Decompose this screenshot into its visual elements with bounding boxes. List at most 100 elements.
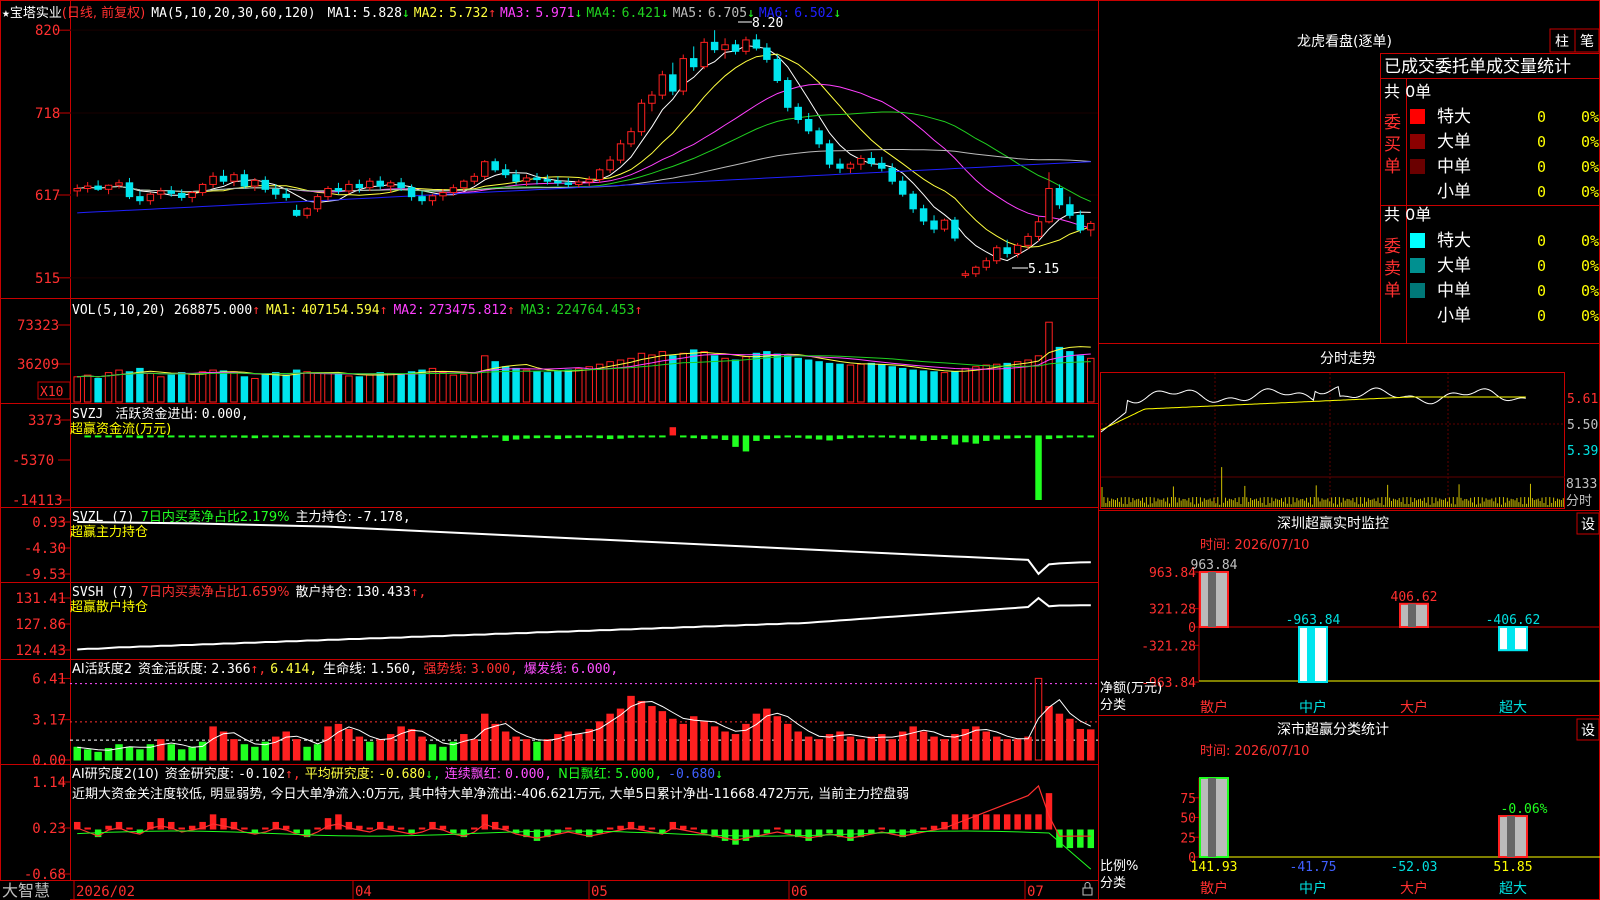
candle-body[interactable]: [376, 180, 384, 187]
candle-body[interactable]: [794, 106, 802, 120]
candle-body[interactable]: [104, 184, 113, 190]
candle-body[interactable]: [125, 182, 134, 198]
candle-body[interactable]: [428, 195, 437, 202]
candle-body[interactable]: [909, 193, 917, 210]
candle-body[interactable]: [982, 260, 991, 268]
candle-body[interactable]: [460, 180, 468, 189]
candle-body[interactable]: [679, 58, 688, 92]
candle-body[interactable]: [637, 102, 646, 133]
candle-body[interactable]: [491, 161, 499, 171]
candle-body[interactable]: [784, 80, 792, 108]
candle-body[interactable]: [1013, 244, 1022, 254]
candle-body[interactable]: [73, 188, 81, 192]
candle-body[interactable]: [616, 143, 625, 161]
candle-body[interactable]: [700, 41, 708, 68]
candle-body[interactable]: [512, 174, 520, 182]
candle-body[interactable]: [136, 196, 144, 202]
candle-body[interactable]: [292, 209, 301, 216]
candle-body[interactable]: [501, 169, 510, 176]
candle-body[interactable]: [115, 182, 123, 186]
candle-body[interactable]: [470, 175, 479, 182]
candle-body[interactable]: [763, 47, 771, 60]
candle-body[interactable]: [167, 190, 176, 194]
candle-body[interactable]: [836, 163, 844, 169]
candle-body[interactable]: [177, 192, 186, 198]
candle-body[interactable]: [1087, 222, 1095, 231]
candle-body[interactable]: [898, 180, 907, 195]
candle-body[interactable]: [83, 185, 92, 190]
candle-body[interactable]: [240, 174, 249, 187]
candle-body[interactable]: [992, 247, 1001, 262]
candle-body[interactable]: [564, 182, 573, 185]
candle-body[interactable]: [94, 185, 102, 190]
candle-body[interactable]: [689, 58, 698, 68]
candle-body[interactable]: [439, 192, 447, 197]
candle-body[interactable]: [825, 143, 834, 165]
retail-panel[interactable]: 131.41 127.86 124.43 SVSH (7) 7日内买卖净占比1.659…: [15, 584, 1091, 659]
main-force-panel[interactable]: 0.93 -4.30 -9.53 SVZL (7) 7日内买卖净占比2.179% 主力持…: [24, 509, 1091, 583]
realtime-monitor-panel[interactable]: 深圳超赢实时监控 设 时间: 2026/07/10 963.84 321.28 0 -…: [1100, 512, 1600, 716]
candle-body[interactable]: [710, 41, 719, 51]
candle-body[interactable]: [961, 273, 970, 276]
candle-body[interactable]: [345, 183, 353, 192]
candle-body[interactable]: [418, 196, 426, 202]
candle-body[interactable]: [355, 183, 364, 189]
stock-name[interactable]: 宝塔实业: [10, 6, 62, 21]
candle-body[interactable]: [554, 180, 562, 184]
candle-body[interactable]: [951, 219, 959, 239]
candle-body[interactable]: [804, 118, 813, 132]
candle-body[interactable]: [324, 188, 332, 198]
candle-body[interactable]: [334, 188, 343, 192]
candle-body[interactable]: [282, 193, 290, 198]
candle-body[interactable]: [669, 74, 677, 92]
candle-body[interactable]: [386, 182, 395, 187]
candle-body[interactable]: [533, 177, 541, 181]
ai-research-panel[interactable]: 1.140.23-0.68 AI研究度2(10) 资金研究度: -0.102↑, 平均…: [24, 766, 1095, 883]
candle-body[interactable]: [606, 159, 614, 171]
classify-settings-button[interactable]: 设: [1576, 718, 1600, 741]
candle-body[interactable]: [575, 181, 583, 185]
kline-period[interactable]: (日线, 前复权): [62, 5, 145, 21]
candle-body[interactable]: [930, 220, 938, 230]
candle-body[interactable]: [940, 219, 949, 230]
candle-body[interactable]: [888, 167, 896, 182]
candle-body[interactable]: [658, 74, 667, 96]
candle-body[interactable]: [313, 196, 322, 210]
candle-body[interactable]: [752, 39, 761, 49]
candle-body[interactable]: [585, 179, 593, 183]
candle-body[interactable]: [1066, 204, 1074, 216]
candle-body[interactable]: [157, 190, 165, 195]
monitor-settings-button[interactable]: 设: [1576, 512, 1600, 535]
candle-body[interactable]: [742, 39, 750, 52]
candle-body[interactable]: [188, 192, 196, 198]
candle-body[interactable]: [815, 130, 823, 145]
candle-body[interactable]: [867, 157, 876, 164]
candle-body[interactable]: [543, 179, 552, 182]
candle-body[interactable]: [366, 180, 374, 189]
classify-stats-panel[interactable]: 深市超赢分类统计 设 时间: 2026/07/10 7550250141.93散…: [1100, 718, 1600, 897]
candle-body[interactable]: [648, 94, 656, 104]
candle-body[interactable]: [251, 179, 259, 187]
candle-body[interactable]: [1055, 188, 1064, 206]
kline-candles[interactable]: [73, 30, 1095, 278]
candle-body[interactable]: [1076, 214, 1085, 231]
candle-body[interactable]: [407, 187, 416, 198]
ai-activity-panel[interactable]: 6.41 3.17 0.00 AI活跃度2 资金活跃度: 2.366↑, 6.414, 生命…: [32, 661, 1098, 769]
candle-body[interactable]: [857, 157, 865, 165]
candle-body[interactable]: [1034, 221, 1043, 237]
candle-body[interactable]: [146, 193, 155, 202]
candle-body[interactable]: [480, 161, 489, 177]
candle-body[interactable]: [773, 58, 782, 82]
candle-body[interactable]: [721, 44, 729, 51]
candle-body[interactable]: [303, 208, 311, 216]
candle-body[interactable]: [627, 131, 635, 145]
candle-body[interactable]: [972, 266, 980, 275]
lock-icon[interactable]: [1082, 882, 1093, 896]
fund-flow-panel[interactable]: 3373 -5370 -14113 SVZJ 活跃资金进出: 0.000, 超赢资金流(…: [12, 406, 1095, 509]
candle-body[interactable]: [449, 187, 458, 194]
candle-body[interactable]: [731, 44, 740, 52]
candle-body[interactable]: [1024, 235, 1032, 246]
kline-panel[interactable]: 820718617515 8.20 5.15 ★宝塔实业(日线, 前复权) MA(…: [2, 5, 1098, 287]
candle-body[interactable]: [397, 182, 405, 189]
intraday-panel[interactable]: 分时走势 5.61 5.50 5.39 8133 分时: [1100, 351, 1598, 509]
